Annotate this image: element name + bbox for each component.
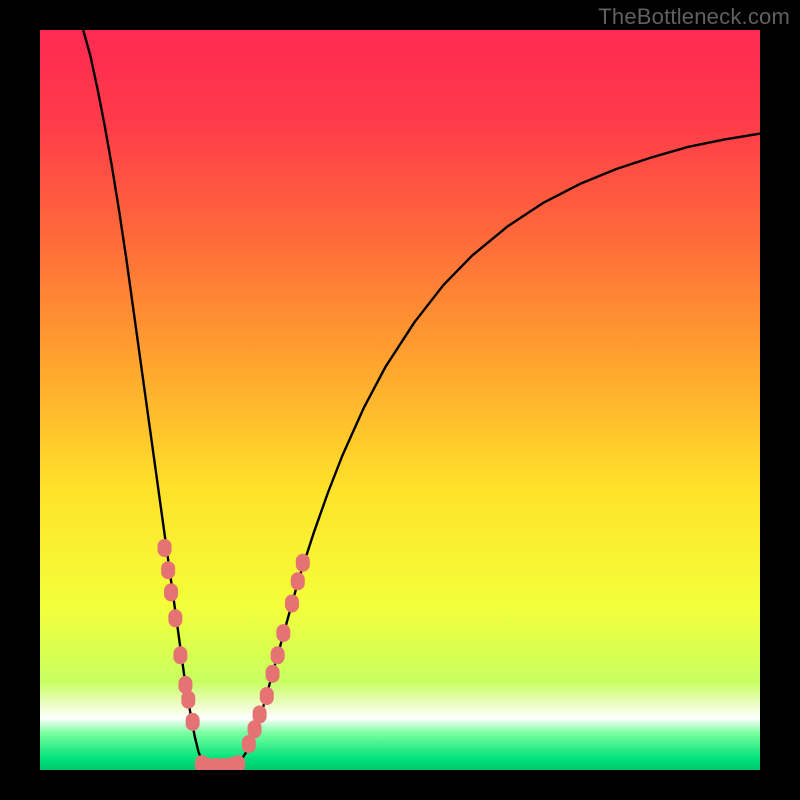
- scatter-point: [161, 561, 175, 579]
- watermark-text: TheBottleneck.com: [598, 4, 790, 30]
- scatter-point: [231, 755, 245, 770]
- scatter-point: [276, 624, 290, 642]
- scatter-point: [296, 554, 310, 572]
- plot-area: [40, 30, 760, 770]
- scatter-point: [173, 646, 187, 664]
- scatter-point: [285, 595, 299, 613]
- scatter-point: [271, 646, 285, 664]
- gradient-background: [40, 30, 760, 770]
- scatter-point: [186, 713, 200, 731]
- scatter-point: [253, 706, 267, 724]
- chart-frame: TheBottleneck.com: [0, 0, 800, 800]
- scatter-point: [158, 539, 172, 557]
- scatter-point: [168, 609, 182, 627]
- plot-svg: [40, 30, 760, 770]
- scatter-point: [260, 687, 274, 705]
- scatter-point: [181, 691, 195, 709]
- scatter-point: [164, 583, 178, 601]
- scatter-point: [266, 665, 280, 683]
- scatter-point: [291, 572, 305, 590]
